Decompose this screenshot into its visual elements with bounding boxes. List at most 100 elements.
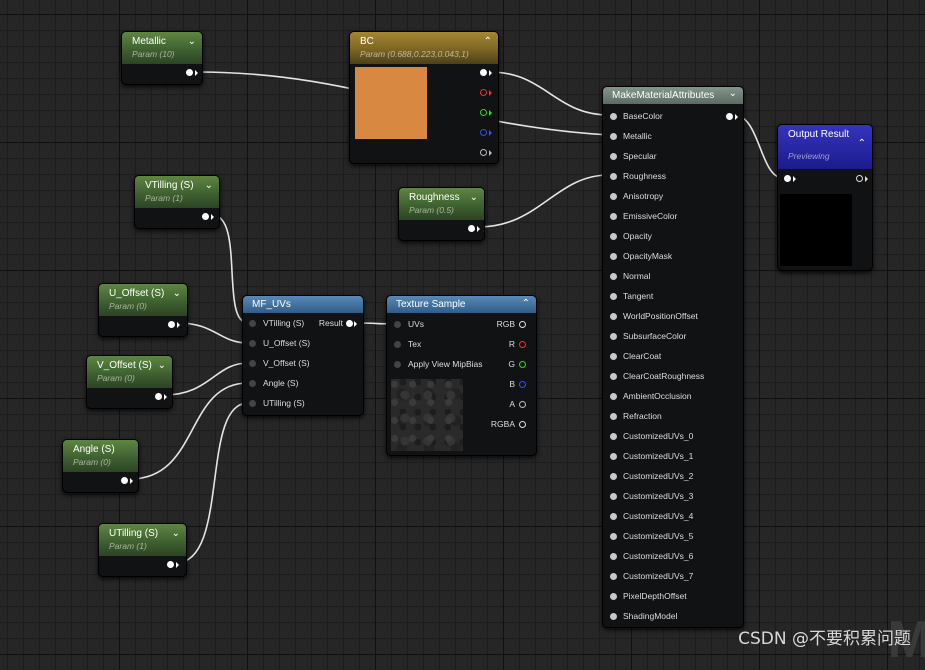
attribute-input-pin[interactable] — [610, 253, 617, 260]
attribute-input-pin[interactable] — [610, 293, 617, 300]
a-output-pin[interactable] — [519, 401, 526, 408]
attribute-input-pin[interactable] — [610, 353, 617, 360]
chevron-down-icon[interactable]: ⌄ — [729, 89, 737, 99]
metallic-param-node[interactable]: Metallic Param (10) ⌄ — [121, 31, 203, 85]
node-header[interactable]: Angle (S) Param (0) — [63, 440, 138, 472]
attribute-input-pin[interactable] — [610, 173, 617, 180]
output-pin[interactable] — [155, 393, 162, 400]
attribute-input-pin[interactable] — [610, 493, 617, 500]
attribute-input-pin[interactable] — [610, 373, 617, 380]
output-pin[interactable] — [202, 213, 209, 220]
pin-arrow-icon — [489, 70, 492, 76]
attribute-input-pin[interactable] — [610, 333, 617, 340]
attribute-input-pin[interactable] — [610, 613, 617, 620]
chevron-down-icon[interactable]: ⌄ — [205, 181, 213, 191]
node-header[interactable]: MakeMaterialAttributes ⌄ — [603, 87, 743, 104]
input-pin[interactable] — [394, 321, 401, 328]
bc-param-node[interactable]: BC Param (0.688,0.223,0.043,1) ⌃ — [349, 31, 499, 164]
chevron-up-icon[interactable]: ⌃ — [522, 299, 530, 309]
node-header[interactable]: Texture Sample ⌃ — [387, 296, 536, 313]
g-output-pin[interactable] — [480, 109, 487, 116]
attribute-input-pin[interactable] — [610, 313, 617, 320]
vtilling-param-node[interactable]: VTilling (S) Param (1) ⌄ — [134, 175, 220, 229]
uoffset-param-node[interactable]: U_Offset (S) Param (0) ⌄ — [98, 283, 188, 337]
attribute-input-pin[interactable] — [610, 573, 617, 580]
attribute-input-pin[interactable] — [610, 193, 617, 200]
node-header[interactable]: Output Result Previewing ⌃ — [778, 125, 872, 169]
rgb-output-pin[interactable] — [519, 321, 526, 328]
attribute-input-pin[interactable] — [610, 553, 617, 560]
output-pin[interactable] — [167, 561, 174, 568]
attribute-input-label: Normal — [623, 271, 651, 281]
b-output-pin[interactable] — [519, 381, 526, 388]
b-output-pin[interactable] — [480, 129, 487, 136]
voffset-param-node[interactable]: V_Offset (S) Param (0) ⌄ — [86, 355, 173, 409]
attribute-input-pin[interactable] — [610, 593, 617, 600]
input-pin[interactable] — [249, 320, 256, 327]
input-pin[interactable] — [394, 341, 401, 348]
node-title: Angle (S) — [73, 444, 115, 455]
r-output-pin[interactable] — [519, 341, 526, 348]
attribute-input-pin[interactable] — [610, 213, 617, 220]
a-output-pin[interactable] — [480, 149, 487, 156]
input-pin[interactable] — [249, 400, 256, 407]
node-header[interactable]: Roughness Param (0.5) ⌄ — [399, 188, 484, 220]
pin-arrow-icon — [195, 70, 198, 76]
input-pin[interactable] — [249, 380, 256, 387]
attribute-input-pin[interactable] — [610, 533, 617, 540]
chevron-down-icon[interactable]: ⌄ — [172, 529, 180, 539]
output-pin[interactable] — [468, 225, 475, 232]
rgb-output-pin[interactable] — [480, 69, 487, 76]
attributes-output-pin[interactable] — [726, 113, 733, 120]
make-material-attributes-node[interactable]: MakeMaterialAttributes ⌄ BaseColor Metall… — [602, 86, 744, 628]
utilling-param-node[interactable]: UTilling (S) Param (1) ⌄ — [98, 523, 187, 577]
r-output-pin[interactable] — [480, 89, 487, 96]
mf-uvs-function-node[interactable]: MF_UVs VTilling (S) U_Offset (S) V_Offse… — [242, 295, 364, 416]
angle-param-node[interactable]: Angle (S) Param (0) — [62, 439, 139, 493]
attribute-input-pin[interactable] — [610, 473, 617, 480]
input-pin[interactable] — [249, 360, 256, 367]
attribute-input-pin[interactable] — [610, 453, 617, 460]
result-output-pin[interactable] — [346, 320, 353, 327]
watermark-text: CSDN @不要积累问题 — [738, 629, 911, 649]
node-header[interactable]: U_Offset (S) Param (0) ⌄ — [99, 284, 187, 316]
attribute-input-pin[interactable] — [610, 433, 617, 440]
input-pin[interactable] — [249, 340, 256, 347]
texture-sample-node[interactable]: Texture Sample ⌃ UVs Tex Apply View MipB… — [386, 295, 537, 456]
rgba-output-pin[interactable] — [519, 421, 526, 428]
output-pin[interactable] — [168, 321, 175, 328]
node-header[interactable]: Metallic Param (10) ⌄ — [122, 32, 202, 64]
chevron-down-icon[interactable]: ⌄ — [470, 193, 478, 203]
chevron-down-icon[interactable]: ⌄ — [188, 37, 196, 47]
attribute-input-pin[interactable] — [610, 113, 617, 120]
output-pin[interactable] — [186, 69, 193, 76]
attribute-input-pin[interactable] — [610, 133, 617, 140]
node-header[interactable]: MF_UVs — [243, 296, 363, 313]
node-header[interactable]: BC Param (0.688,0.223,0.043,1) ⌃ — [350, 32, 498, 64]
attribute-input-pin[interactable] — [610, 273, 617, 280]
output-result-node[interactable]: Output Result Previewing ⌃ — [777, 124, 873, 271]
attribute-input-label: CustomizedUVs_4 — [623, 511, 694, 521]
output-pin[interactable] — [121, 477, 128, 484]
input-pin[interactable] — [784, 175, 791, 182]
chevron-down-icon[interactable]: ⌄ — [173, 289, 181, 299]
attribute-input-label: CustomizedUVs_2 — [623, 471, 694, 481]
attribute-input-pin[interactable] — [610, 233, 617, 240]
input-label: UTilling (S) — [263, 398, 305, 408]
attribute-input-pin[interactable] — [610, 513, 617, 520]
attribute-input-pin[interactable] — [610, 153, 617, 160]
attribute-input-pin[interactable] — [610, 393, 617, 400]
input-pin[interactable] — [394, 361, 401, 368]
node-header[interactable]: UTilling (S) Param (1) ⌄ — [99, 524, 186, 556]
attribute-input-pin[interactable] — [610, 413, 617, 420]
node-header[interactable]: V_Offset (S) Param (0) ⌄ — [87, 356, 172, 388]
chevron-down-icon[interactable]: ⌄ — [158, 361, 166, 371]
roughness-param-node[interactable]: Roughness Param (0.5) ⌄ — [398, 187, 485, 241]
g-output-pin[interactable] — [519, 361, 526, 368]
output-pin[interactable] — [856, 175, 863, 182]
node-title: MakeMaterialAttributes — [612, 90, 715, 101]
chevron-up-icon[interactable]: ⌃ — [858, 139, 866, 149]
attribute-input-label: EmissiveColor — [623, 211, 678, 221]
chevron-up-icon[interactable]: ⌃ — [484, 37, 492, 47]
node-header[interactable]: VTilling (S) Param (1) ⌄ — [135, 176, 219, 208]
